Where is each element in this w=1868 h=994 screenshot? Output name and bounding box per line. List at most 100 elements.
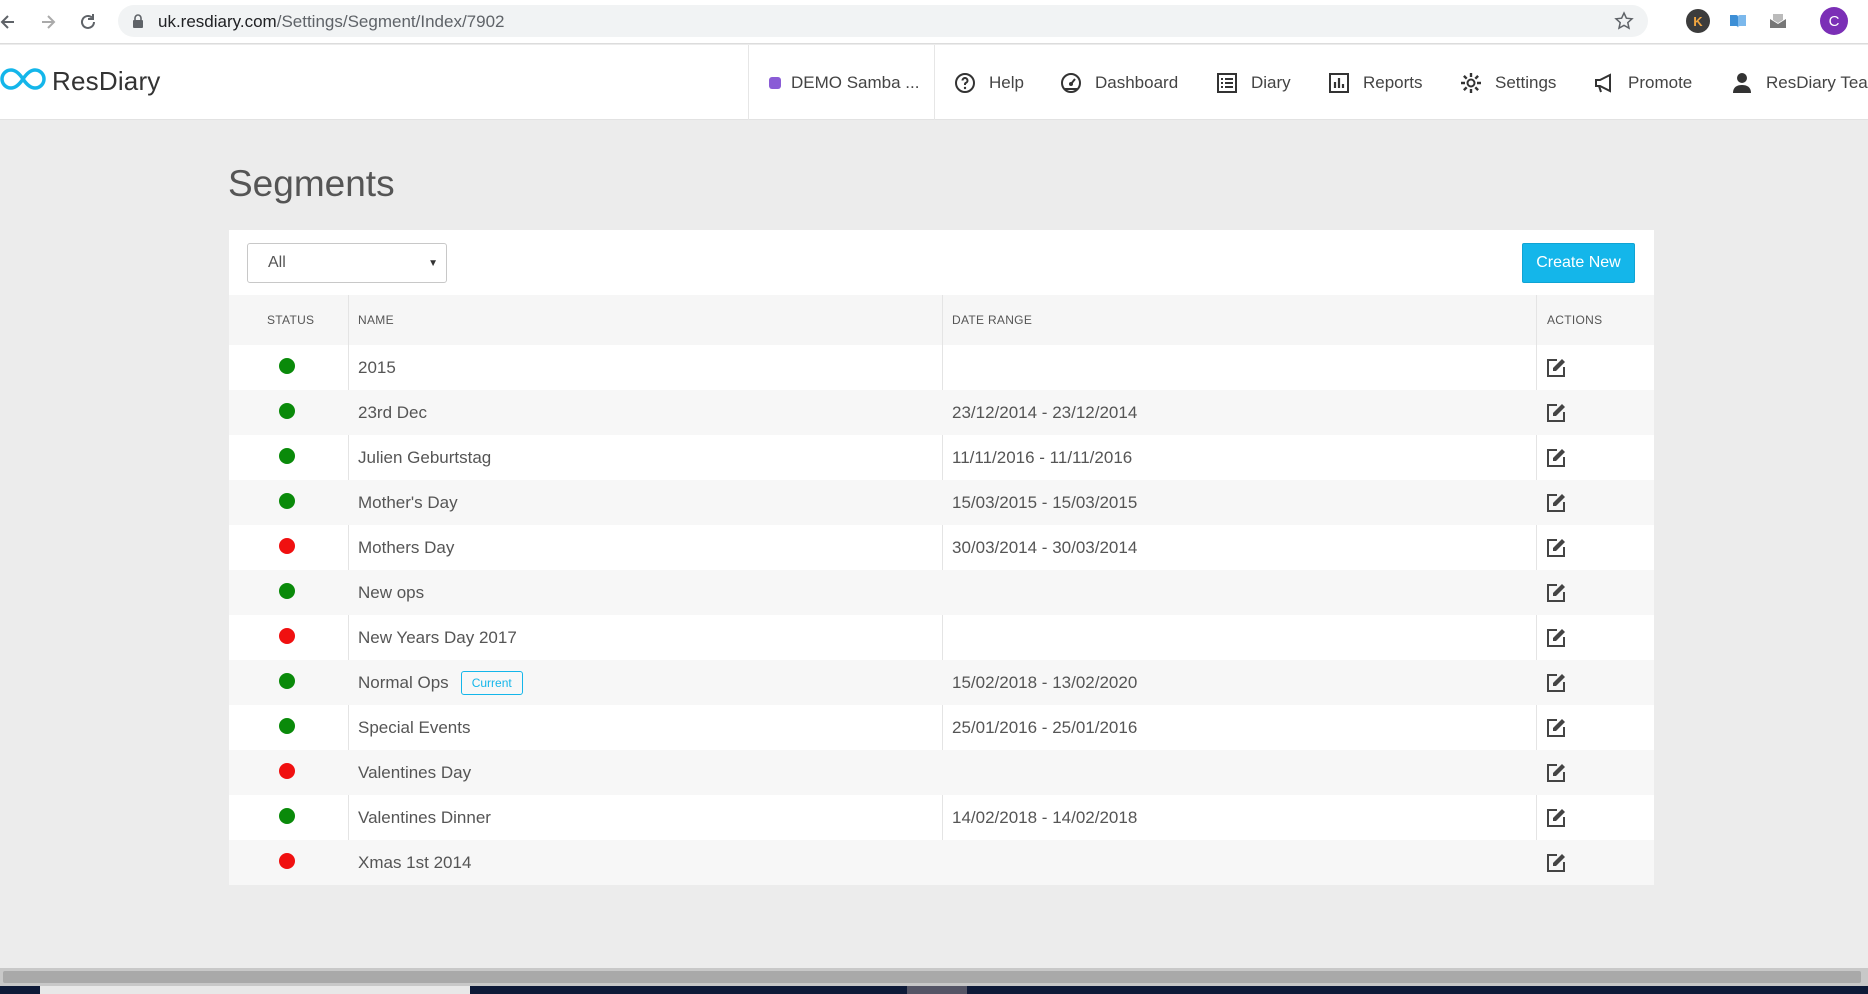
edit-icon[interactable] <box>1544 581 1568 605</box>
page-title: Segments <box>228 163 395 204</box>
table-row[interactable]: Julien Geburtstag 11/11/2016 - 11/11/2016 <box>229 435 1654 480</box>
segment-name: New ops <box>358 570 424 615</box>
megaphone-icon <box>1592 71 1616 95</box>
edit-icon[interactable] <box>1544 716 1568 740</box>
gear-icon <box>1459 71 1483 95</box>
nav-dashboard[interactable]: Dashboard <box>1059 45 1178 120</box>
nav-diary-label: Diary <box>1251 72 1291 92</box>
table-row[interactable]: New ops <box>229 570 1654 615</box>
nav-help[interactable]: Help <box>953 45 1024 120</box>
back-icon[interactable] <box>0 10 20 34</box>
nav-user[interactable]: ResDiary Tea... <box>1730 45 1868 120</box>
segment-date-range: 14/02/2018 - 14/02/2018 <box>952 807 1138 827</box>
segment-name: 2015 <box>358 345 396 390</box>
segment-date-range: 11/11/2016 - 11/11/2016 <box>952 447 1133 467</box>
bookmark-star-icon[interactable] <box>1614 11 1634 36</box>
header-actions: ACTIONS <box>1547 313 1603 327</box>
segment-name-text: Xmas 1st 2014 <box>358 852 472 872</box>
url-host: uk.resdiary.com <box>158 12 277 31</box>
forward-icon[interactable] <box>36 10 60 34</box>
edit-icon[interactable] <box>1544 446 1568 470</box>
address-bar[interactable]: uk.resdiary.com/Settings/Segment/Index/7… <box>118 5 1648 37</box>
table-row[interactable]: Special Events 25/01/2016 - 25/01/2016 <box>229 705 1654 750</box>
extension-book-icon[interactable] <box>1726 9 1750 33</box>
segment-name: Normal Ops Current <box>358 660 523 705</box>
edit-icon[interactable] <box>1544 851 1568 875</box>
table-row[interactable]: Mother's Day 15/03/2015 - 15/03/2015 <box>229 480 1654 525</box>
segment-name: Special Events <box>358 705 470 750</box>
segment-date-range: 15/03/2015 - 15/03/2015 <box>952 492 1138 512</box>
segment-date-range: 15/02/2018 - 13/02/2020 <box>952 672 1138 692</box>
create-new-button[interactable]: Create New <box>1522 243 1635 283</box>
status-active-dot <box>279 493 295 509</box>
taskbar-item[interactable] <box>907 986 967 994</box>
edit-icon[interactable] <box>1544 671 1568 695</box>
extension-k-icon[interactable]: K <box>1686 9 1710 33</box>
status-active-dot <box>279 583 295 599</box>
header-status[interactable]: STATUS <box>267 295 314 345</box>
header-name[interactable]: NAME <box>358 295 394 345</box>
edit-icon[interactable] <box>1544 356 1568 380</box>
url-text: uk.resdiary.com/Settings/Segment/Index/7… <box>158 12 504 32</box>
edit-icon[interactable] <box>1544 761 1568 785</box>
infinity-logo-icon <box>0 65 46 98</box>
list-icon <box>1215 71 1239 95</box>
table-row[interactable]: 23rd Dec 23/12/2014 - 23/12/2014 <box>229 390 1654 435</box>
horizontal-scrollbar[interactable] <box>0 968 1868 986</box>
segment-name-text: 23rd Dec <box>358 402 427 422</box>
nav-help-label: Help <box>989 72 1024 92</box>
header-date-range[interactable]: DATE RANGE <box>952 295 1032 345</box>
table-row[interactable]: 2015 <box>229 345 1654 390</box>
segment-name-text: New Years Day 2017 <box>358 627 517 647</box>
nav-diary[interactable]: Diary <box>1215 45 1291 120</box>
resdiary-logo[interactable]: ResDiary <box>0 65 161 98</box>
edit-icon[interactable] <box>1544 806 1568 830</box>
status-active-dot <box>279 673 295 689</box>
extension-mail-icon[interactable] <box>1766 9 1790 33</box>
status-inactive-dot <box>279 628 295 644</box>
reload-icon[interactable] <box>76 10 100 34</box>
venue-color-dot <box>769 76 781 89</box>
status-active-dot <box>279 358 295 374</box>
taskbar <box>0 986 1868 994</box>
taskbar-item[interactable] <box>40 986 470 994</box>
user-icon <box>1730 71 1754 95</box>
status-filter-select[interactable]: All ▼ <box>247 243 447 283</box>
table-row[interactable]: Valentines Dinner 14/02/2018 - 14/02/2018 <box>229 795 1654 840</box>
nav-settings-label: Settings <box>1495 72 1557 92</box>
table-row[interactable]: Valentines Day <box>229 750 1654 795</box>
edit-icon[interactable] <box>1544 536 1568 560</box>
segment-name-text: Valentines Dinner <box>358 807 491 827</box>
segment-name: Julien Geburtstag <box>358 435 491 480</box>
edit-icon[interactable] <box>1544 626 1568 650</box>
table-row[interactable]: New Years Day 2017 <box>229 615 1654 660</box>
venue-selector[interactable]: DEMO Samba ... <box>748 45 935 120</box>
edit-icon[interactable] <box>1544 401 1568 425</box>
segment-name: Valentines Dinner <box>358 795 491 840</box>
status-inactive-dot <box>279 853 295 869</box>
filter-selected-value: All <box>268 254 286 271</box>
segment-name: Mother's Day <box>358 480 458 525</box>
segment-name-text: Valentines Day <box>358 762 472 782</box>
url-path: /Settings/Segment/Index/7902 <box>276 12 505 31</box>
nav-promote[interactable]: Promote <box>1592 45 1692 120</box>
table-row[interactable]: Mothers Day 30/03/2014 - 30/03/2014 <box>229 525 1654 570</box>
segment-name-text: New ops <box>358 582 425 602</box>
segments-table-body: 2015 23rd Dec 23/12/2014 - 23/12/2014 Julie… <box>229 345 1654 885</box>
table-row[interactable]: Xmas 1st 2014 <box>229 840 1654 885</box>
nav-settings[interactable]: Settings <box>1459 45 1556 120</box>
scrollbar-thumb[interactable] <box>3 971 1861 983</box>
nav-reports-label: Reports <box>1363 72 1423 92</box>
segment-date-range: 25/01/2016 - 25/01/2016 <box>952 717 1138 737</box>
nav-user-label: ResDiary Tea... <box>1766 72 1868 92</box>
gauge-icon <box>1059 71 1083 95</box>
profile-avatar[interactable]: C <box>1820 7 1848 35</box>
edit-icon[interactable] <box>1544 491 1568 515</box>
segment-name-text: Normal Ops <box>358 672 449 692</box>
bar-chart-icon <box>1327 71 1351 95</box>
nav-reports[interactable]: Reports <box>1327 45 1423 120</box>
segment-name-text: Mothers Day <box>358 537 455 557</box>
segment-name: Xmas 1st 2014 <box>358 840 471 885</box>
table-row[interactable]: Normal Ops Current 15/02/2018 - 13/02/2020 <box>229 660 1654 705</box>
segment-name: Valentines Day <box>358 750 471 795</box>
